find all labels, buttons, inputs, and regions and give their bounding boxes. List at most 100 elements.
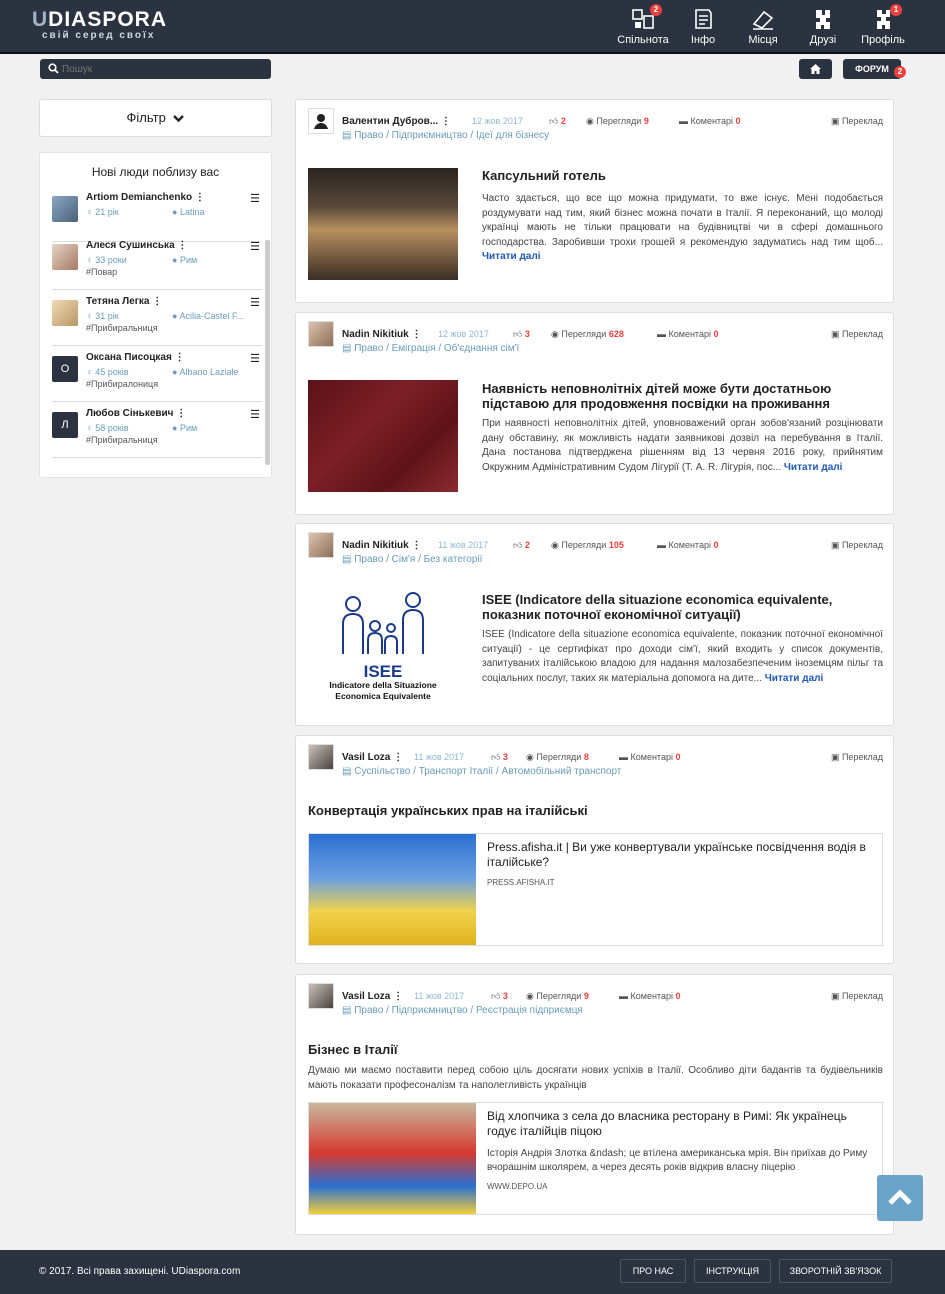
post-views: ◉ Перегляди 105 bbox=[551, 540, 624, 550]
post-author[interactable]: Vasil Loza ⋮ bbox=[342, 991, 403, 1002]
translate-button[interactable]: ▣ Переклад bbox=[831, 752, 883, 763]
post-author[interactable]: Nadin Nikitiuk ⋮ bbox=[342, 540, 421, 551]
translate-button[interactable]: ▣ Переклад bbox=[831, 540, 883, 551]
menu-icon[interactable]: ☰ bbox=[250, 296, 260, 309]
person-city: ● Рим bbox=[172, 423, 198, 433]
post-title[interactable]: Бізнес в Італії bbox=[308, 1042, 883, 1057]
post-title[interactable]: Капсульний готель bbox=[482, 168, 882, 183]
post-card: Nadin Nikitiuk ⋮ 12 жов 2017 👍︎ 3 ◉ Пере… bbox=[295, 312, 894, 515]
post-author[interactable]: Vasil Loza ⋮ bbox=[342, 752, 403, 763]
post-categories[interactable]: ▤ Суспільство / Транспорт Італії / Автом… bbox=[342, 766, 621, 777]
filter-label: Фільтр bbox=[126, 110, 166, 125]
person-item[interactable]: О Оксана Писоцкая ⋮ ♀ 45 років ● Albano … bbox=[52, 350, 262, 402]
avatar bbox=[308, 744, 334, 770]
back-to-top-button[interactable] bbox=[877, 1175, 923, 1221]
menu-icon[interactable]: ☰ bbox=[250, 240, 260, 253]
post-card: Nadin Nikitiuk ⋮ 11 жов 2017 👍︎ 2 ◉ Пере… bbox=[295, 523, 894, 726]
post-card: Vasil Loza ⋮ 11 жов 2017 👍︎ 3 ◉ Перегляд… bbox=[295, 974, 894, 1235]
nav-label: Друзі bbox=[809, 34, 837, 46]
post-image[interactable] bbox=[308, 380, 458, 492]
avatar bbox=[52, 244, 78, 270]
site-logo[interactable]: UDIASPORA свій серед своїх bbox=[32, 8, 167, 41]
about-link[interactable]: ПРО НАС bbox=[620, 1259, 686, 1283]
link-preview-image bbox=[309, 1103, 476, 1214]
logo-tagline: свій серед своїх bbox=[42, 30, 156, 41]
post-date: 11 жов 2017 bbox=[414, 991, 465, 1001]
read-more-link[interactable]: Читати далі bbox=[482, 251, 541, 262]
read-more-link[interactable]: Читати далі bbox=[765, 673, 824, 684]
filter-button[interactable]: Фільтр bbox=[39, 99, 272, 137]
community-badge: 2 bbox=[650, 4, 662, 16]
post-categories[interactable]: ▤ Право / Підприємництво / Ідеї для бізн… bbox=[342, 130, 549, 141]
home-button[interactable] bbox=[799, 59, 832, 79]
search-bar bbox=[40, 59, 271, 79]
instructions-link[interactable]: ІНСТРУКЦІЯ bbox=[694, 1259, 771, 1283]
post-author[interactable]: Валентин Дубров... ⋮ bbox=[342, 116, 451, 127]
like-button[interactable]: 👍︎ 3 bbox=[513, 329, 530, 340]
nearby-people-title: Нові люди поблизу вас bbox=[91, 165, 220, 179]
post-comments[interactable]: ▬ Коментарі 0 bbox=[619, 991, 681, 1001]
translate-button[interactable]: ▣ Переклад bbox=[831, 991, 883, 1002]
link-preview[interactable]: Від хлопчика з села до власника ресторан… bbox=[308, 1102, 883, 1215]
search-input[interactable] bbox=[40, 59, 240, 79]
link-preview-source: PRESS.AFISHA.IT bbox=[487, 878, 555, 887]
like-button[interactable]: 👍︎ 3 bbox=[491, 752, 508, 763]
feedback-link[interactable]: ЗВОРОТНІЙ ЗВ'ЯЗОК bbox=[779, 1259, 892, 1283]
like-button[interactable]: 👍︎ 2 bbox=[513, 540, 530, 551]
post-title[interactable]: ISEE (Indicatore della situazione econom… bbox=[482, 592, 882, 622]
like-button[interactable]: 👍︎ 3 bbox=[491, 991, 508, 1002]
post-categories[interactable]: ▤ Право / Еміграція / Об'єднання сім'ї bbox=[342, 343, 519, 354]
avatar: О bbox=[52, 356, 78, 382]
post-image[interactable] bbox=[308, 168, 458, 280]
link-preview-image bbox=[309, 834, 476, 945]
post-views: ◉ Перегляди 628 bbox=[551, 329, 624, 339]
friends-icon bbox=[810, 6, 836, 32]
post-image[interactable]: ISEE Indicatore della Situazione Economi… bbox=[308, 590, 458, 706]
avatar: Л bbox=[52, 412, 78, 438]
person-item[interactable]: Artiom Demianchenko ⋮ ♀ 21 рік ● Latina … bbox=[52, 190, 262, 242]
translate-button[interactable]: ▣ Переклад bbox=[831, 329, 883, 340]
nav-friends[interactable]: Друзі bbox=[803, 6, 843, 50]
nav-places[interactable]: Місця bbox=[742, 6, 784, 50]
post-title[interactable]: Конвертація українських прав на італійсь… bbox=[308, 803, 883, 818]
post-card: Vasil Loza ⋮ 11 жов 2017 👍︎ 3 ◉ Перегляд… bbox=[295, 735, 894, 964]
nearby-people-panel: Нові люди поблизу вас Artiom Demianchenk… bbox=[39, 152, 272, 478]
post-date: 12 жов 2017 bbox=[438, 329, 489, 339]
family-silhouette-icon bbox=[342, 592, 424, 654]
post-author[interactable]: Nadin Nikitiuk ⋮ bbox=[342, 329, 421, 340]
post-comments[interactable]: ▬ Коментарі 0 bbox=[679, 116, 741, 126]
nav-info[interactable]: Інфо bbox=[683, 6, 723, 50]
post-excerpt: При наявності неповнолітніх дітей, уповн… bbox=[482, 418, 883, 473]
home-icon bbox=[810, 64, 821, 74]
post-categories[interactable]: ▤ Право / Сім'я / Без категорії bbox=[342, 554, 482, 565]
translate-button[interactable]: ▣ Переклад bbox=[831, 116, 883, 127]
avatar bbox=[308, 108, 334, 134]
post-comments[interactable]: ▬ Коментарі 0 bbox=[619, 752, 681, 762]
person-item[interactable]: Алеся Сушинська ⋮ ♀ 33 роки ● Рим #Повар… bbox=[52, 238, 262, 290]
search-icon bbox=[48, 63, 59, 77]
nav-label: Спільнота bbox=[617, 34, 669, 46]
person-name: Алеся Сушинська ⋮ bbox=[86, 240, 188, 251]
menu-icon[interactable]: ☰ bbox=[250, 408, 260, 421]
nav-community[interactable]: 2 Спільнота bbox=[615, 4, 671, 50]
community-icon: 2 bbox=[630, 4, 662, 32]
post-categories[interactable]: ▤ Право / Підприємництво / Реєстрація пі… bbox=[342, 1005, 583, 1016]
like-button[interactable]: 👍︎ 2 bbox=[549, 116, 566, 127]
menu-icon[interactable]: ☰ bbox=[250, 352, 260, 365]
post-comments[interactable]: ▬ Коментарі 0 bbox=[657, 329, 719, 339]
nav-label: Профіль bbox=[861, 34, 905, 46]
post-comments[interactable]: ▬ Коментарі 0 bbox=[657, 540, 719, 550]
forum-button[interactable]: ФОРУМ 2 bbox=[843, 59, 906, 79]
top-navbar: UDIASPORA свій серед своїх 2 Спільнота І… bbox=[0, 0, 945, 54]
read-more-link[interactable]: Читати далі bbox=[784, 462, 843, 473]
post-excerpt: Часто здається, що все що можна придумат… bbox=[482, 193, 883, 262]
person-item[interactable]: Тетяна Легка ⋮ ♀ 31 рік ● Acilia-Castel … bbox=[52, 294, 262, 346]
post-title[interactable]: Наявність неповнолітніх дітей може бути … bbox=[482, 381, 882, 411]
link-preview[interactable]: Press.afisha.it | Ви уже конвертували ук… bbox=[308, 833, 883, 946]
person-age: ♀ 33 роки bbox=[86, 255, 127, 265]
menu-icon[interactable]: ☰ bbox=[250, 192, 260, 205]
person-item[interactable]: Л Любов Сінькевич ⋮ ♀ 58 років ● Рим #Пр… bbox=[52, 406, 262, 458]
people-scrollbar[interactable] bbox=[265, 240, 270, 465]
nav-profile[interactable]: 1 Профіль bbox=[860, 4, 906, 50]
avatar bbox=[308, 321, 334, 347]
